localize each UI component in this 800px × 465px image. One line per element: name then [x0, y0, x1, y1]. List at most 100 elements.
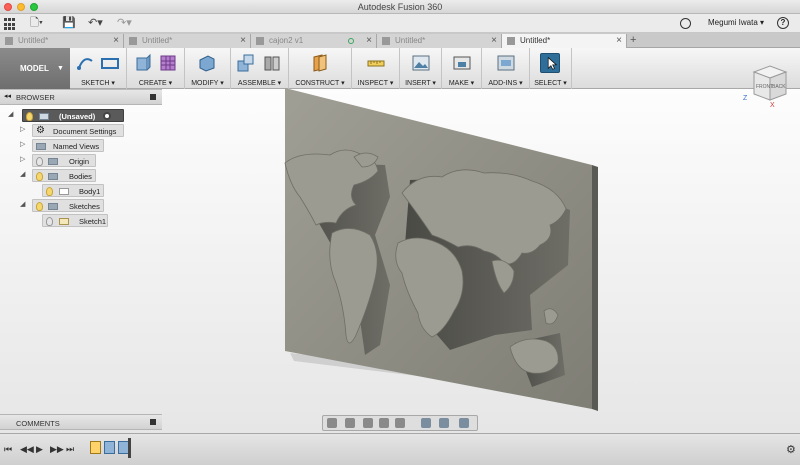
tree-item-sketches[interactable]: ◢ Sketches	[20, 199, 130, 212]
toolbar-group-make[interactable]: MAKE ▾	[442, 48, 482, 89]
grid-snap-icon[interactable]	[459, 418, 469, 428]
expand-arrow-icon[interactable]: ◢	[20, 200, 25, 208]
folder-icon	[48, 173, 58, 180]
toolbar-group-modify[interactable]: MODIFY ▾	[185, 48, 231, 89]
timeline-marker[interactable]	[128, 438, 131, 458]
scripts-addins-icon[interactable]	[496, 53, 516, 73]
rectangle-sketch-icon[interactable]	[100, 53, 120, 73]
tab-close-icon[interactable]: ×	[240, 34, 246, 47]
select-cursor-icon[interactable]	[540, 53, 560, 73]
visibility-bulb-icon[interactable]	[36, 157, 43, 166]
view-cube[interactable]: FRONT BACK Z X	[740, 62, 796, 108]
step-forward-icon[interactable]: ▶▶	[50, 444, 64, 455]
new-tab-plus-icon[interactable]: +	[630, 34, 636, 46]
pin-panel-icon[interactable]	[150, 94, 156, 100]
new-component-icon[interactable]	[236, 53, 256, 73]
visibility-bulb-icon[interactable]	[36, 172, 43, 181]
tab-untitled-3[interactable]: Untitled* ×	[377, 34, 502, 48]
toolbar-group-insert[interactable]: INSERT ▾	[400, 48, 442, 89]
folder-icon	[48, 203, 58, 210]
body-icon	[59, 188, 69, 195]
view-cube-back-label: BACK	[772, 84, 786, 90]
tree-item-document-settings[interactable]: ▷ ⚙ Document Settings	[20, 124, 130, 137]
tab-untitled-1[interactable]: Untitled* ×	[0, 34, 124, 48]
tab-untitled-active[interactable]: Untitled* ×	[502, 34, 627, 48]
browser-panel-header[interactable]: ◂◂ BROWSER	[0, 89, 162, 105]
zoom-icon[interactable]	[379, 418, 389, 428]
play-icon[interactable]: ▶	[36, 444, 43, 455]
zoom-window-icon[interactable]	[395, 418, 405, 428]
tab-untitled-2[interactable]: Untitled* ×	[124, 34, 251, 48]
timeline-extrude-feature[interactable]	[104, 441, 115, 454]
activate-radio-icon[interactable]	[103, 112, 111, 120]
component-icon	[39, 113, 49, 120]
toolbar-group-assemble[interactable]: ASSEMBLE ▾	[231, 48, 289, 89]
tree-item-named-views[interactable]: ▷ Named Views	[20, 139, 130, 152]
pan-hand-icon[interactable]	[363, 418, 373, 428]
axis-x-label: X	[770, 102, 775, 108]
help-icon[interactable]: ?	[777, 17, 789, 29]
toolbar-group-create[interactable]: CREATE ▾	[127, 48, 185, 89]
file-menu-icon[interactable]: 🗋▾	[30, 17, 43, 30]
user-account-menu[interactable]: Megumi Iwata ▾	[708, 18, 764, 27]
visual-style-icon[interactable]	[439, 418, 449, 428]
expand-arrow-icon[interactable]: ▷	[20, 140, 25, 148]
gear-icon[interactable]: ⚙	[786, 443, 796, 456]
comments-panel-header[interactable]: COMMENTS	[0, 414, 162, 430]
press-pull-icon[interactable]	[197, 53, 217, 73]
toolbar-group-sketch[interactable]: SKETCH ▾	[70, 48, 127, 89]
redo-icon[interactable]: ↷▾	[117, 17, 132, 30]
3d-print-icon[interactable]	[452, 53, 472, 73]
world-map-relief-model[interactable]	[270, 85, 610, 415]
quick-access-bar: 🗋▾ 💾 ↶▾ ↷▾ Megumi Iwata ▾ ?	[0, 14, 800, 33]
tab-close-icon[interactable]: ×	[113, 34, 119, 47]
expand-arrow-icon[interactable]: ◢	[20, 170, 25, 178]
visibility-bulb-icon[interactable]	[26, 112, 33, 121]
extrude-icon[interactable]	[133, 53, 153, 73]
chevron-down-icon: ▼	[57, 65, 64, 72]
tree-item-origin[interactable]: ▷ Origin	[20, 154, 130, 167]
visibility-bulb-icon[interactable]	[36, 202, 43, 211]
step-back-icon[interactable]: ◀◀	[20, 444, 34, 455]
collapse-panel-icon[interactable]: ◂◂	[4, 92, 11, 100]
window-titlebar: Autodesk Fusion 360	[0, 0, 800, 14]
tab-close-icon[interactable]: ×	[366, 34, 372, 47]
expand-arrow-icon[interactable]: ◢	[8, 110, 13, 118]
spline-sketch-icon[interactable]	[76, 53, 96, 73]
tree-root-unsaved[interactable]: ◢ (Unsaved)	[8, 109, 128, 122]
orbit-icon[interactable]	[327, 418, 337, 428]
toolbar-group-select[interactable]: SELECT ▾	[530, 48, 572, 89]
go-to-end-icon[interactable]: ⏭	[66, 444, 74, 455]
tab-close-icon[interactable]: ×	[616, 34, 622, 47]
look-at-icon[interactable]	[345, 418, 355, 428]
toolbar-group-inspect[interactable]: INSPECT ▾	[352, 48, 400, 89]
save-icon[interactable]: 💾	[62, 17, 76, 30]
toolbar-group-construct[interactable]: CONSTRUCT ▾	[289, 48, 352, 89]
data-panel-grid-icon[interactable]	[4, 18, 17, 31]
joint-icon[interactable]	[262, 53, 282, 73]
toolbar-group-add-ins[interactable]: ADD-INS ▾	[482, 48, 530, 89]
timeline-sketch-feature[interactable]	[90, 441, 101, 454]
expand-arrow-icon[interactable]: ▷	[20, 125, 25, 133]
visibility-bulb-icon[interactable]	[46, 217, 53, 226]
job-status-clock-icon[interactable]	[680, 18, 691, 29]
tree-item-bodies[interactable]: ◢ Bodies	[20, 169, 130, 182]
undo-icon[interactable]: ↶▾	[88, 17, 103, 30]
tree-item-body1[interactable]: Body1	[42, 184, 122, 197]
document-icon	[382, 37, 390, 45]
display-settings-icon[interactable]	[421, 418, 431, 428]
add-comment-icon[interactable]	[150, 419, 156, 425]
insert-image-icon[interactable]	[411, 53, 431, 73]
measure-icon[interactable]	[366, 53, 386, 73]
visibility-bulb-icon[interactable]	[46, 187, 53, 196]
offset-plane-icon[interactable]	[310, 53, 330, 73]
tab-close-icon[interactable]: ×	[491, 34, 497, 47]
workspace-switcher[interactable]: MODEL ▼	[0, 48, 70, 89]
tree-item-sketch1[interactable]: Sketch1	[42, 214, 122, 227]
go-to-start-icon[interactable]: ⏮	[4, 444, 12, 455]
expand-arrow-icon[interactable]: ▷	[20, 155, 25, 163]
box-grid-icon[interactable]	[158, 53, 178, 73]
sketch-icon	[59, 218, 69, 225]
folder-icon	[36, 143, 46, 150]
tab-cajon2-v1[interactable]: cajon2 v1 ×	[251, 34, 377, 48]
